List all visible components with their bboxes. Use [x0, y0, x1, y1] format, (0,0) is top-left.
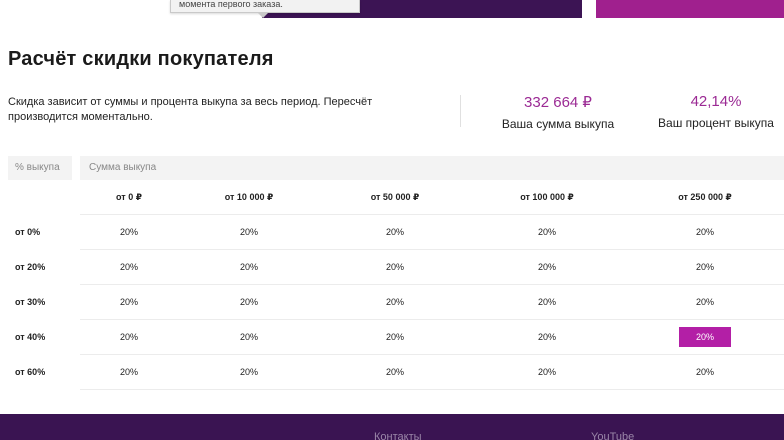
row-label: от 0% — [15, 227, 41, 237]
row-divider — [80, 389, 784, 390]
row-divider — [80, 214, 784, 215]
table-cell: 20% — [385, 367, 404, 377]
row-label: от 40% — [15, 332, 46, 342]
table-cell: 20% — [385, 227, 404, 237]
row-divider — [80, 249, 784, 250]
table-cell: 20% — [239, 367, 258, 377]
stat-purchase-sum: 332 664 ₽ Ваша сумма выкупа — [493, 93, 623, 131]
table-cell: 20% — [119, 227, 138, 237]
footer-link-contacts[interactable]: Контакты — [374, 431, 422, 440]
table-cell: 20% — [695, 367, 714, 377]
discount-description: Скидка зависит от суммы и процента выкуп… — [8, 96, 373, 123]
divider — [460, 95, 461, 127]
table-cell: 20% — [119, 262, 138, 272]
column-header: от 10 000 ₽ — [224, 192, 274, 202]
column-header: от 250 000 ₽ — [678, 192, 732, 202]
row-label: от 20% — [15, 262, 46, 272]
column-header: от 0 ₽ — [116, 192, 142, 202]
banner-gap — [582, 0, 596, 18]
table-cell: 20% — [695, 227, 714, 237]
stat-purchase-percent-label: Ваш процент выкупа — [658, 116, 774, 130]
table-cell: 20% — [239, 297, 258, 307]
table-cell: 20% — [385, 332, 404, 342]
table-cell: 20% — [537, 227, 556, 237]
table-cell: 20% — [385, 262, 404, 272]
banner-segment-magenta[interactable] — [596, 0, 784, 18]
table-cell: 20% — [119, 332, 138, 342]
footer-link-youtube[interactable]: YouTube — [591, 431, 634, 440]
table-cell: 20% — [537, 367, 556, 377]
banner-segment-left — [0, 0, 170, 18]
row-label: от 30% — [15, 297, 46, 307]
row-divider — [80, 319, 784, 320]
table-cell: 20% — [695, 262, 714, 272]
table-cell: 20% — [119, 297, 138, 307]
table-cell: 20% — [385, 297, 404, 307]
table-cell: 20% — [537, 332, 556, 342]
table-cell: 20% — [119, 367, 138, 377]
table-cell: 20% — [239, 262, 258, 272]
stat-purchase-sum-label: Ваша сумма выкупа — [501, 117, 615, 131]
column-header: от 50 000 ₽ — [370, 192, 420, 202]
row-divider — [80, 284, 784, 285]
stat-purchase-percent-value: 42,14% — [690, 93, 742, 110]
row-axis-header: % выкупа — [8, 156, 72, 180]
table-cell-highlighted: 20% — [679, 327, 731, 347]
row-label: от 60% — [15, 367, 46, 377]
table-cell: 20% — [239, 227, 258, 237]
stat-purchase-sum-value: 332 664 ₽ — [524, 94, 592, 111]
tooltip-text: момента первого заказа. — [179, 0, 283, 9]
column-header: от 100 000 ₽ — [520, 192, 574, 202]
page-title: Расчёт скидки покупателя — [8, 48, 274, 70]
table-cell: 20% — [695, 297, 714, 307]
table-cell: 20% — [537, 297, 556, 307]
top-banner — [0, 0, 784, 18]
column-axis-header: Сумма выкупа — [80, 156, 784, 180]
tooltip: момента первого заказа. — [170, 0, 360, 13]
footer: Контакты YouTube — [0, 414, 784, 440]
row-divider — [80, 354, 784, 355]
stat-purchase-percent: 42,14% Ваш процент выкупа — [650, 93, 782, 130]
table-cell: 20% — [537, 262, 556, 272]
table-cell: 20% — [239, 332, 258, 342]
tooltip-arrow — [258, 13, 268, 18]
